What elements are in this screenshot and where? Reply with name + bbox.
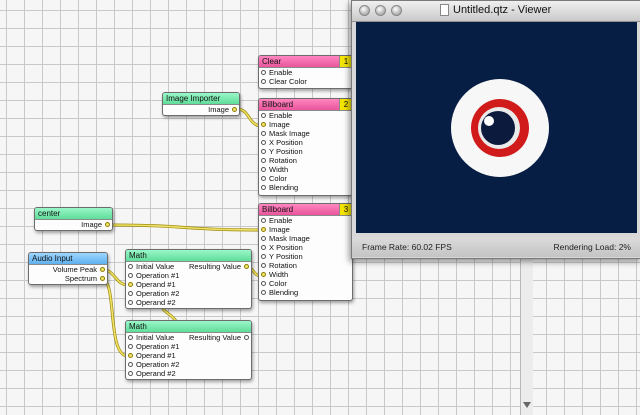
input-port-y-position[interactable]: Y Position	[259, 147, 352, 156]
input-port-width[interactable]: Width	[259, 270, 352, 279]
zoom-button[interactable]	[391, 5, 402, 16]
output-port-image[interactable]: Image	[35, 220, 112, 229]
input-port-width[interactable]: Width	[259, 165, 352, 174]
input-port-clear-color[interactable]: Clear Color	[259, 77, 352, 86]
patch-title: center	[38, 209, 61, 218]
eye-highlight	[484, 116, 494, 126]
viewer-status-bar: Frame Rate: 60.02 FPS Rendering Load: 2%	[352, 237, 640, 257]
input-port-image[interactable]: Image	[259, 225, 352, 234]
vertical-scrollbar[interactable]	[520, 257, 533, 415]
billboard-3-header[interactable]: Billboard 3	[259, 204, 352, 216]
input-port-initial-value[interactable]: Initial Value Resulting Value	[126, 333, 251, 342]
close-button[interactable]	[359, 5, 370, 16]
audio-input-patch[interactable]: Audio Input Volume Peak Spectrum	[28, 252, 108, 285]
input-port-operation-2[interactable]: Operation #2	[126, 289, 251, 298]
input-port-operand-2[interactable]: Operand #2	[126, 369, 251, 378]
input-port-x-position[interactable]: X Position	[259, 243, 352, 252]
clear-patch[interactable]: Clear 1 Enable Clear Color	[258, 55, 353, 89]
input-port-x-position[interactable]: X Position	[259, 138, 352, 147]
billboard-2-patch[interactable]: Billboard 2 Enable Image Mask Image X Po…	[258, 98, 353, 196]
input-port-color[interactable]: Color	[259, 174, 352, 183]
patch-title: Audio Input	[32, 254, 73, 263]
math-1-header[interactable]: Math	[126, 250, 251, 262]
render-view[interactable]	[356, 22, 637, 233]
clear-patch-header[interactable]: Clear 1	[259, 56, 352, 68]
patch-title: Billboard	[262, 100, 294, 109]
input-port-operation-2[interactable]: Operation #2	[126, 360, 251, 369]
eyeball-render	[451, 79, 549, 177]
image-importer-header[interactable]: Image Importer	[163, 93, 239, 105]
patch-title: Math	[129, 251, 147, 260]
input-port-rotation[interactable]: Rotation	[259, 156, 352, 165]
math-patch-2[interactable]: Math Initial Value Resulting Value Operat…	[125, 320, 252, 380]
math-2-header[interactable]: Math	[126, 321, 251, 333]
center-header[interactable]: center	[35, 208, 112, 220]
input-port-operand-1[interactable]: Operand #1	[126, 280, 251, 289]
input-port-operand-1[interactable]: Operand #1	[126, 351, 251, 360]
output-port-spectrum[interactable]: Spectrum	[29, 274, 107, 283]
viewer-window[interactable]: Untitled.qtz - Viewer Frame Rate: 60.02 …	[351, 0, 640, 259]
image-importer-patch[interactable]: Image Importer Image	[162, 92, 240, 116]
input-port-enable[interactable]: Enable	[259, 68, 352, 77]
input-port-mask-image[interactable]: Mask Image	[259, 234, 352, 243]
input-port-operation-1[interactable]: Operation #1	[126, 271, 251, 280]
document-icon	[440, 4, 449, 16]
input-port-operation-1[interactable]: Operation #1	[126, 342, 251, 351]
billboard-2-header[interactable]: Billboard 2	[259, 99, 352, 111]
audio-input-header[interactable]: Audio Input	[29, 253, 107, 265]
input-port-enable[interactable]: Enable	[259, 216, 352, 225]
input-port-y-position[interactable]: Y Position	[259, 252, 352, 261]
patch-title: Billboard	[262, 205, 294, 214]
billboard-3-patch[interactable]: Billboard 3 Enable Image Mask Image X Po…	[258, 203, 353, 301]
output-port-resulting-value[interactable]: Resulting Value	[189, 262, 241, 271]
scroll-down-arrow-icon[interactable]	[523, 402, 531, 408]
output-port-image[interactable]: Image	[163, 105, 239, 114]
output-port-volume-peak[interactable]: Volume Peak	[29, 265, 107, 274]
input-port-operand-2[interactable]: Operand #2	[126, 298, 251, 307]
input-port-enable[interactable]: Enable	[259, 111, 352, 120]
input-port-color[interactable]: Color	[259, 279, 352, 288]
minimize-button[interactable]	[375, 5, 386, 16]
frame-rate-label: Frame Rate: 60.02 FPS	[362, 242, 452, 252]
input-port-initial-value[interactable]: Initial Value Resulting Value	[126, 262, 251, 271]
viewer-titlebar[interactable]: Untitled.qtz - Viewer	[352, 1, 640, 22]
patch-title: Image Importer	[166, 94, 221, 103]
rendering-load-label: Rendering Load: 2%	[553, 242, 631, 252]
window-title: Untitled.qtz - Viewer	[453, 4, 552, 16]
input-port-image[interactable]: Image	[259, 120, 352, 129]
patch-title: Math	[129, 322, 147, 331]
input-port-rotation[interactable]: Rotation	[259, 261, 352, 270]
output-port-resulting-value[interactable]: Resulting Value	[189, 333, 241, 342]
input-port-blending[interactable]: Blending	[259, 183, 352, 192]
input-port-blending[interactable]: Blending	[259, 288, 352, 297]
math-patch-1[interactable]: Math Initial Value Resulting Value Operat…	[125, 249, 252, 309]
input-port-mask-image[interactable]: Mask Image	[259, 129, 352, 138]
patch-title: Clear	[262, 57, 282, 66]
center-patch[interactable]: center Image	[34, 207, 113, 231]
eye-pupil	[481, 111, 515, 145]
